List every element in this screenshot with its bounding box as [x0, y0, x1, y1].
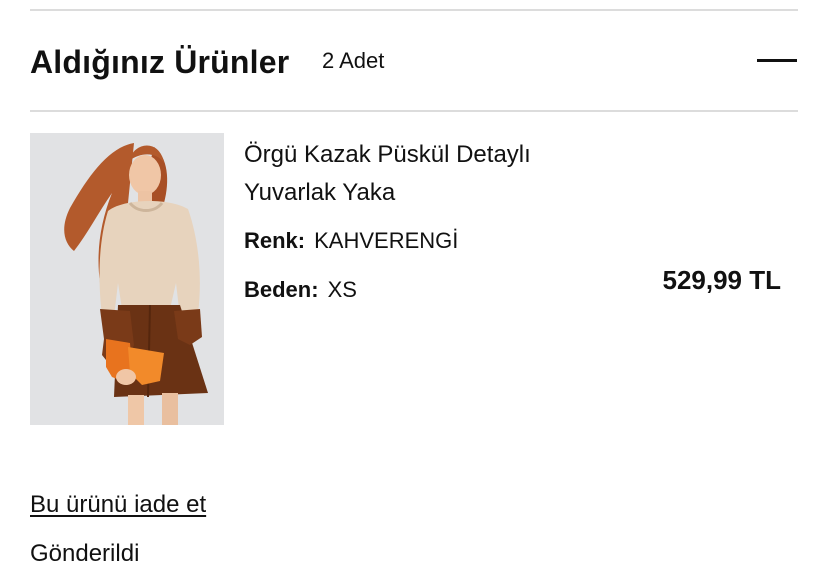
size-value: XS	[327, 277, 357, 302]
order-products-section: Aldığınız Ürünler 2 Adet Örgü Kazak Püsk…	[0, 0, 828, 577]
minus-icon	[757, 59, 797, 62]
product-name[interactable]: Örgü Kazak Püskül Detaylı Yuvarlak Yaka	[244, 136, 604, 212]
return-item-link[interactable]: Bu ürünü iade et	[30, 490, 206, 520]
product-image[interactable]	[30, 133, 224, 425]
shipment-status: Gönderildi	[30, 540, 140, 567]
product-photo-illustration	[30, 133, 224, 425]
item-count: 2 Adet	[322, 48, 385, 73]
top-divider	[30, 9, 798, 11]
section-divider	[30, 110, 798, 112]
size-label: Beden:	[244, 277, 319, 302]
product-price: 529,99 TL	[662, 265, 781, 295]
collapse-button[interactable]	[755, 45, 799, 77]
color-value: KAHVERENGİ	[314, 228, 459, 253]
section-title: Aldığınız Ürünler	[30, 44, 290, 80]
product-size: Beden: XS	[244, 276, 357, 304]
color-label: Renk:	[244, 228, 306, 253]
product-color: Renk: KAHVERENGİ	[244, 227, 458, 255]
